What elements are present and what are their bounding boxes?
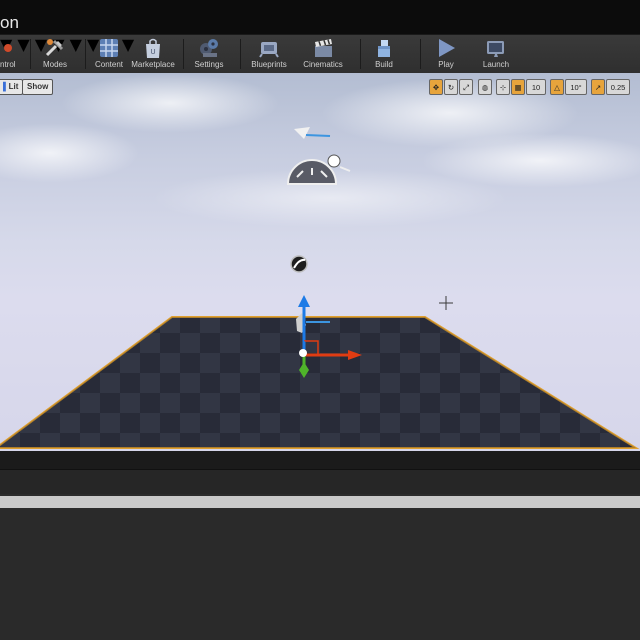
level-viewport[interactable]: ▌Lit Show ✥ ↻ ⤢ ◍ ⊹ ▦ 10 △ 10° ↗ 0.25 [0, 73, 640, 451]
source-control-icon [4, 44, 12, 52]
cinematics-label: Cinematics [303, 60, 343, 69]
svg-text:U: U [150, 48, 155, 56]
launch-label: Launch [482, 60, 510, 69]
play-icon [439, 39, 455, 57]
source-control-button[interactable]: ntrol [0, 35, 22, 73]
toolbar-separator [183, 39, 184, 69]
sun-ray [339, 166, 351, 172]
floor-shading [0, 317, 636, 448]
content-label: Content [94, 60, 124, 69]
settings-button[interactable]: Settings [190, 35, 228, 73]
toolbar-separator [240, 39, 241, 69]
settings-gears-icon [200, 39, 218, 57]
toolbar-separator [360, 39, 361, 69]
modes-label: Modes [42, 60, 67, 69]
light-direction-line [305, 134, 331, 137]
blueprints-button[interactable]: Blueprints [248, 35, 290, 73]
cinematics-button[interactable]: Cinematics [300, 35, 346, 73]
sphere-icon [290, 255, 308, 273]
content-panel [0, 508, 640, 640]
scene-canvas [0, 127, 640, 449]
blueprints-icon [259, 42, 279, 58]
build-label: Build [375, 60, 393, 69]
clapperboard-icon [315, 39, 332, 57]
build-blocks-icon [378, 40, 390, 57]
directional-light-actor[interactable] [294, 127, 331, 139]
sun-icon [327, 154, 341, 168]
reflection-capture-actor[interactable] [290, 255, 308, 273]
modes-tools-icon [45, 39, 64, 57]
play-button[interactable]: Play [428, 35, 464, 73]
crosshair-cursor [439, 296, 453, 310]
source-control-label: ntrol [0, 60, 16, 69]
content-grid-icon [100, 39, 118, 57]
light-arrow-icon [294, 127, 310, 139]
panel-divider[interactable] [0, 496, 640, 508]
viewport-bottom-strip [0, 451, 640, 469]
marketplace-bag-icon: U [146, 38, 160, 58]
launch-icon [487, 41, 504, 57]
gizmo-center[interactable] [299, 349, 307, 357]
settings-label: Settings [194, 60, 224, 69]
launch-button[interactable]: Launch [478, 35, 514, 73]
sky-light-actor[interactable] [286, 154, 351, 185]
blueprints-label: Blueprints [251, 60, 287, 69]
panel-tab-bar [0, 469, 640, 494]
toolbar-separator [30, 39, 31, 69]
marketplace-button[interactable]: U Marketplace [130, 35, 176, 73]
play-label: Play [438, 60, 454, 69]
content-button[interactable]: Content [90, 35, 128, 73]
window-title-bar: on [0, 0, 640, 34]
toolbar-separator [85, 39, 86, 69]
modes-button[interactable]: Modes [36, 35, 74, 73]
main-toolbar: ntrol ▼ Modes ▼ Content U Marketplace [0, 34, 640, 73]
window-title: on [0, 13, 19, 32]
build-button[interactable]: Build [366, 35, 402, 73]
gizmo-z-arrow[interactable] [298, 295, 310, 307]
marketplace-label: Marketplace [131, 60, 175, 69]
toolbar-separator [420, 39, 421, 69]
